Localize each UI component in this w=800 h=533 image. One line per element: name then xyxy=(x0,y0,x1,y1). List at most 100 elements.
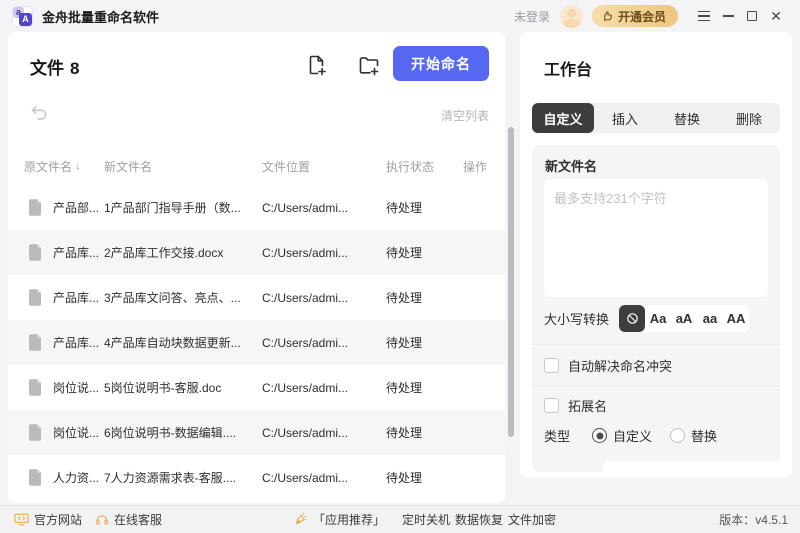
case-none-option[interactable] xyxy=(619,305,645,332)
titlebar: a A 金舟批量重命名软件 未登录 开通会员 ✕ xyxy=(0,0,800,32)
titlebar-right: 未登录 开通会员 ✕ xyxy=(514,4,788,28)
tab-delete[interactable]: 删除 xyxy=(718,103,780,133)
workbench-title: 工作台 xyxy=(544,56,592,80)
column-header-action: 操作 xyxy=(463,158,505,175)
table-row[interactable]: 岗位说... 6岗位说明书-数据编辑.... C:/Users/admi... … xyxy=(8,410,505,455)
file-icon xyxy=(8,379,53,396)
no-case-icon xyxy=(625,311,640,326)
type-row: 类型 自定义 替换 xyxy=(544,426,735,445)
file-encryption-link[interactable]: 文件加密 xyxy=(508,506,556,533)
login-status[interactable]: 未登录 xyxy=(514,8,550,25)
file-table-rows: 产品部... 1产品部门指导手册（数... C:/Users/admi... 待… xyxy=(8,185,505,500)
section-horizontal-scrollbar[interactable] xyxy=(603,461,783,472)
table-row[interactable]: 产品库... 4产品库自动块数据更新... C:/Users/admi... 待… xyxy=(8,320,505,365)
table-row[interactable]: 产品库... 2产品库工作交接.docx C:/Users/admi... 待处… xyxy=(8,230,505,275)
extension-label: 拓展名 xyxy=(568,396,607,415)
type-custom-label: 自定义 xyxy=(613,426,652,445)
table-row[interactable]: 岗位说... 5岗位说明书-客服.doc C:/Users/admi... 待处… xyxy=(8,365,505,410)
add-file-icon xyxy=(305,53,329,77)
open-vip-label: 开通会员 xyxy=(618,8,666,25)
file-icon xyxy=(8,244,53,261)
app-recommend-link[interactable]: 「应用推荐」 xyxy=(293,506,385,533)
type-replace-radio[interactable] xyxy=(670,428,685,443)
clear-list-button[interactable]: 清空列表 xyxy=(441,107,489,124)
cell-status: 待处理 xyxy=(386,424,463,441)
undo-button[interactable] xyxy=(28,102,50,124)
cell-original-name: 产品库... xyxy=(53,244,104,261)
files-count-title: 文件8 xyxy=(30,54,79,79)
type-replace-label: 替换 xyxy=(691,426,717,445)
case-conversion-label: 大小写转换 xyxy=(544,309,609,328)
table-row[interactable]: 产品库... 3产品库文问答、亮点、... C:/Users/admi... 待… xyxy=(8,275,505,320)
app-window: a A 金舟批量重命名软件 未登录 开通会员 ✕ 文件8 xyxy=(0,0,800,533)
case-conversion-row: 大小写转换 Aa aA aa AA xyxy=(544,305,768,332)
sort-down-icon[interactable]: ↓ xyxy=(75,160,81,172)
avatar-body xyxy=(563,19,580,28)
maximize-icon[interactable] xyxy=(740,4,764,28)
file-icon xyxy=(8,424,53,441)
cell-new-name: 4产品库自动块数据更新... xyxy=(104,334,262,351)
file-icon xyxy=(8,289,53,306)
add-folder-icon xyxy=(357,53,381,77)
scheduled-shutdown-link[interactable]: 定时关机 xyxy=(402,506,450,533)
avatar-head xyxy=(567,9,576,18)
cell-status: 待处理 xyxy=(386,289,463,306)
extension-checkbox[interactable] xyxy=(544,398,559,413)
table-row[interactable]: 产品部... 1产品部门指导手册（数... C:/Users/admi... 待… xyxy=(8,185,505,230)
online-service-link[interactable]: 在线客服 xyxy=(95,506,162,533)
cell-new-name: 1产品部门指导手册（数... xyxy=(104,199,262,216)
cell-new-name: 3产品库文问答、亮点、... xyxy=(104,289,262,306)
statusbar: 官方网站 在线客服 「应用推荐」 定时关机 数据恢复 文件加密 版本：v4.5.… xyxy=(0,505,800,533)
tab-replace[interactable]: 替换 xyxy=(656,103,718,133)
cell-status: 待处理 xyxy=(386,199,463,216)
close-icon[interactable]: ✕ xyxy=(764,4,788,28)
cell-new-name: 5岗位说明书-客服.doc xyxy=(104,379,262,396)
thumbs-up-icon xyxy=(601,10,614,23)
cell-new-name: 7人力资源需求表-客服.... xyxy=(104,469,262,486)
table-header: 原文件名 ↓ 新文件名 文件位置 执行状态 操作 xyxy=(8,150,505,182)
cell-file-location: C:/Users/admi... xyxy=(262,471,386,485)
website-icon xyxy=(14,513,29,526)
megaphone-icon xyxy=(293,512,308,527)
app-title: 金舟批量重命名软件 xyxy=(42,7,159,26)
cell-file-location: C:/Users/admi... xyxy=(262,426,386,440)
cell-status: 待处理 xyxy=(386,379,463,396)
auto-resolve-row: 自动解决命名冲突 xyxy=(544,356,672,375)
workbench-tabs: 自定义 插入 替换 删除 xyxy=(532,103,780,133)
cell-original-name: 产品部... xyxy=(53,199,104,216)
case-upper-option[interactable]: AA xyxy=(723,305,749,332)
new-filename-input[interactable] xyxy=(544,179,768,297)
type-custom-radio[interactable] xyxy=(592,428,607,443)
column-header-new: 新文件名 xyxy=(104,158,262,175)
cell-new-name: 6岗位说明书-数据编辑.... xyxy=(104,424,262,441)
file-list-scrollbar[interactable] xyxy=(508,127,514,437)
auto-resolve-checkbox[interactable] xyxy=(544,358,559,373)
add-folder-button[interactable] xyxy=(357,53,381,77)
files-label: 文件 xyxy=(30,59,64,78)
tab-insert[interactable]: 插入 xyxy=(594,103,656,133)
menu-icon[interactable] xyxy=(692,4,716,28)
official-website-link[interactable]: 官方网站 xyxy=(14,506,82,533)
tab-custom[interactable]: 自定义 xyxy=(532,103,594,133)
logo-a-big: A xyxy=(19,13,32,26)
cell-original-name: 产品库... xyxy=(53,289,104,306)
column-header-original-label: 原文件名 xyxy=(24,158,72,175)
case-capitalize-option[interactable]: Aa xyxy=(645,305,671,332)
start-rename-button[interactable]: 开始命名 xyxy=(393,46,489,81)
cell-new-name: 2产品库工作交接.docx xyxy=(104,244,262,261)
column-header-original[interactable]: 原文件名 ↓ xyxy=(8,158,104,175)
case-lower-option[interactable]: aa xyxy=(697,305,723,332)
cell-file-location: C:/Users/admi... xyxy=(262,381,386,395)
cell-original-name: 岗位说... xyxy=(53,379,104,396)
table-row[interactable]: 人力资... 7人力资源需求表-客服.... C:/Users/admi... … xyxy=(8,455,505,500)
avatar[interactable] xyxy=(560,5,583,28)
open-vip-button[interactable]: 开通会员 xyxy=(592,5,678,27)
cell-status: 待处理 xyxy=(386,469,463,486)
data-recovery-link[interactable]: 数据恢复 xyxy=(455,506,503,533)
auto-resolve-label: 自动解决命名冲突 xyxy=(568,356,672,375)
case-invert-option[interactable]: aA xyxy=(671,305,697,332)
minimize-icon[interactable] xyxy=(716,4,740,28)
workbench-panel: 工作台 自定义 插入 替换 删除 新文件名 大小写转换 Aa xyxy=(520,32,792,478)
add-file-button[interactable] xyxy=(305,53,329,77)
file-icon xyxy=(8,334,53,351)
